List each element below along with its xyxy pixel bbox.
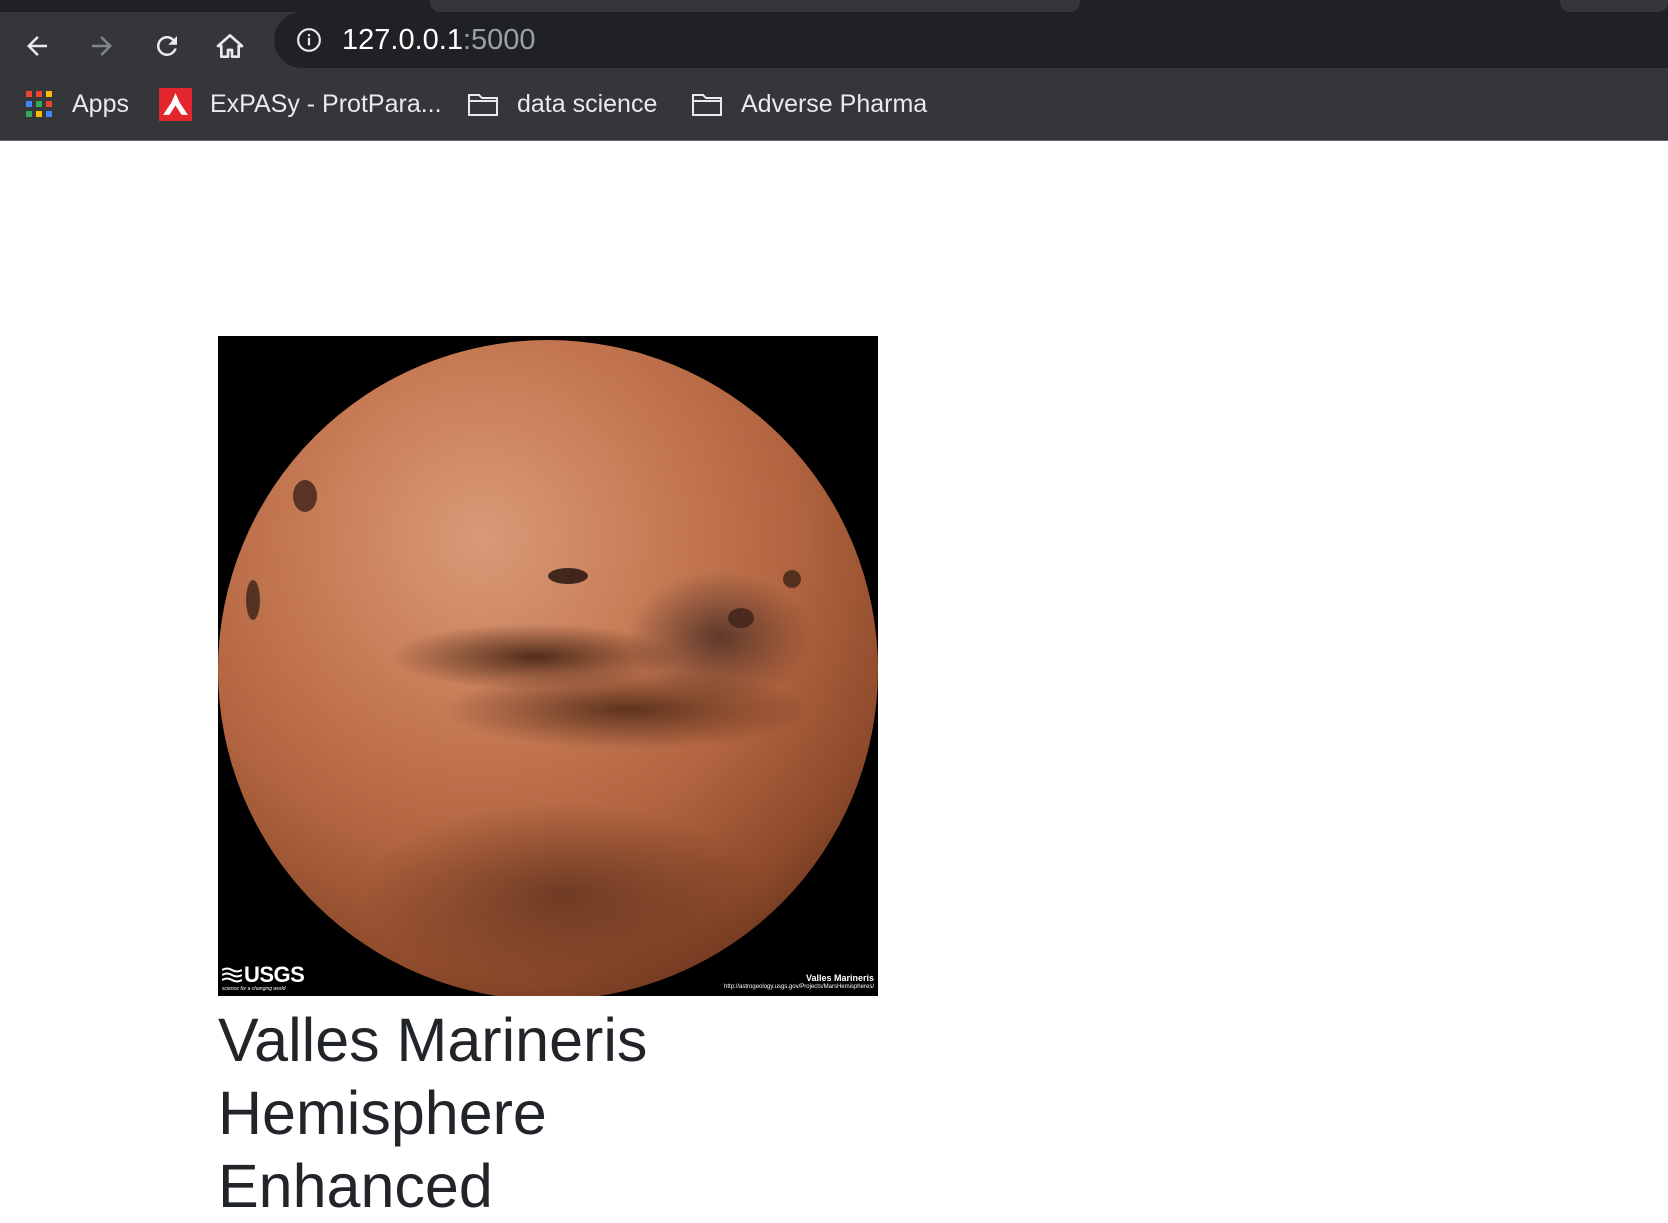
usgs-logo: USGS bbox=[222, 962, 305, 988]
tab[interactable] bbox=[1560, 0, 1668, 12]
bookmarks-bar: Apps ExPASy - ProtPara... data science A… bbox=[0, 82, 1668, 126]
usgs-logo-text: USGS bbox=[244, 962, 305, 987]
image-credit-url: http://astrogeology.usgs.gov/Projects/Ma… bbox=[724, 984, 874, 990]
page-content: USGS science for a changing world Valles… bbox=[0, 141, 1668, 1222]
home-button[interactable] bbox=[208, 24, 252, 68]
apps-grid-icon bbox=[26, 91, 52, 117]
info-icon[interactable] bbox=[296, 27, 322, 53]
usgs-tagline: science for a changing world bbox=[222, 986, 286, 992]
home-icon bbox=[216, 34, 244, 58]
forward-button[interactable] bbox=[80, 24, 124, 68]
tab[interactable] bbox=[430, 0, 1080, 12]
url-port: :5000 bbox=[462, 24, 536, 56]
bookmark-label: ExPASy - ProtPara... bbox=[210, 89, 442, 118]
browser-toolbar: 127.0.0.1:5000 bbox=[0, 12, 1668, 80]
back-arrow-icon bbox=[27, 36, 47, 56]
bookmark-folder-data-science[interactable]: data science bbox=[467, 82, 657, 126]
hemisphere-card: USGS science for a changing world Valles… bbox=[218, 336, 878, 1223]
forward-arrow-icon bbox=[92, 36, 112, 56]
url-host: 127.0.0.1 bbox=[342, 24, 463, 56]
bookmark-label: Adverse Pharma bbox=[741, 89, 928, 118]
browser-chrome: 127.0.0.1:5000 Apps ExPASy - ProtPara... bbox=[0, 0, 1668, 141]
url-text[interactable]: 127.0.0.1:5000 bbox=[342, 23, 536, 57]
bookmark-apps[interactable]: Apps bbox=[24, 82, 129, 126]
image-credit-title: Valles Marineris bbox=[805, 973, 874, 983]
bookmark-expasy[interactable]: ExPASy - ProtPara... bbox=[159, 82, 442, 126]
usgs-waves-icon bbox=[222, 967, 242, 983]
bookmark-label: Apps bbox=[72, 89, 129, 118]
bookmark-folder-adverse-pharma[interactable]: Adverse Pharma bbox=[691, 82, 927, 126]
tab-strip bbox=[0, 0, 1668, 12]
folder-icon bbox=[692, 94, 722, 116]
hemisphere-title: Valles Marineris Hemisphere Enhanced bbox=[218, 1006, 648, 1220]
reload-icon bbox=[157, 36, 177, 56]
folder-icon bbox=[468, 94, 498, 116]
reload-button[interactable] bbox=[145, 24, 189, 68]
bookmark-label: data science bbox=[517, 89, 658, 118]
address-bar[interactable]: 127.0.0.1:5000 bbox=[274, 12, 1668, 68]
back-button[interactable] bbox=[15, 24, 59, 68]
mars-globe bbox=[218, 340, 878, 996]
expasy-logo-icon bbox=[159, 87, 192, 121]
hemisphere-image[interactable]: USGS science for a changing world Valles… bbox=[218, 336, 878, 996]
